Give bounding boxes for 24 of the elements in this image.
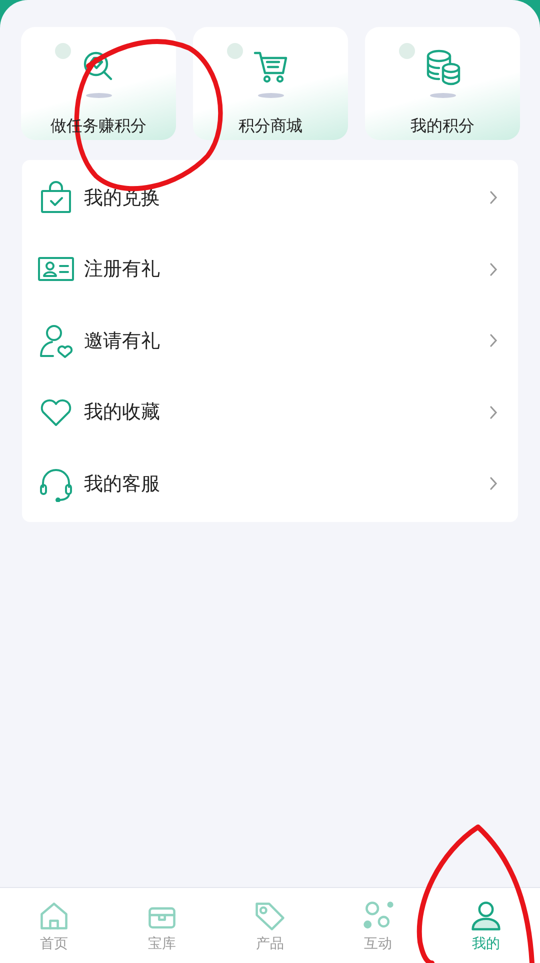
menu-item[interactable]: 邀请有礼 — [22, 305, 518, 376]
menu-item[interactable]: 注册有礼 — [22, 234, 518, 305]
icon-shadow — [86, 93, 112, 98]
person-heart-icon — [38, 322, 74, 359]
shortcut-card[interactable]: 我的积分 — [365, 27, 520, 140]
icon-shadow — [430, 93, 456, 98]
chevron-right-icon — [489, 190, 498, 206]
decor-dot — [399, 43, 415, 59]
chevron-right-icon — [489, 262, 498, 277]
decor-dot — [55, 43, 71, 59]
menu-item[interactable]: 我的客服 — [22, 448, 518, 520]
menu-label: 邀请有礼 — [84, 328, 161, 354]
chevron-right-icon — [489, 476, 498, 492]
shopping-bag-icon — [38, 180, 74, 216]
menu-label: 注册有礼 — [84, 257, 161, 282]
menu-label: 我的收藏 — [84, 400, 161, 426]
shortcut-card[interactable]: 积分商城 — [193, 27, 348, 140]
chevron-right-icon — [489, 333, 498, 348]
user-icon — [469, 898, 503, 932]
icon-shadow — [258, 93, 284, 98]
menu-label: 我的客服 — [84, 472, 161, 497]
chevron-right-icon — [489, 404, 498, 420]
decor-dot — [227, 43, 243, 59]
menu-item[interactable]: 我的收藏 — [22, 376, 518, 448]
